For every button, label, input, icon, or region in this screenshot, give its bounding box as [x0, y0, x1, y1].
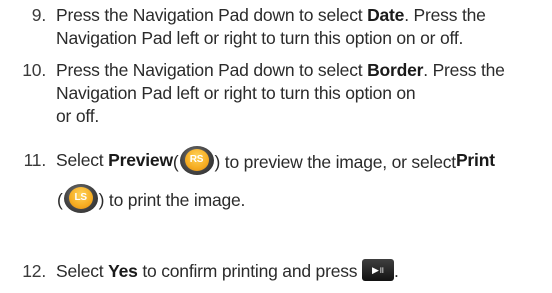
text: Press the Navigation Pad down to select [56, 60, 368, 80]
rs-soft-key-icon: RS [179, 146, 214, 175]
option-yes: Yes [108, 261, 138, 281]
text: . Press the [423, 60, 505, 80]
step-number: 12. [22, 261, 46, 281]
step-text-line: (LS) to print the image. [57, 184, 246, 214]
ls-soft-key-icon: LS [63, 184, 98, 213]
text: ( [57, 189, 63, 210]
step-number: 9. [31, 5, 46, 25]
step-number: 10. [22, 60, 46, 80]
step-number: 11. [23, 150, 47, 170]
text: Select [56, 261, 109, 281]
option-date: Date [367, 5, 405, 25]
key-label: LS [68, 187, 93, 209]
step-text-line: or off. [56, 106, 100, 126]
option-preview: Preview [108, 150, 173, 171]
option-print: Print [455, 150, 495, 171]
text: Press the Navigation Pad down to select [56, 5, 368, 25]
step-text-line: Press the Navigation Pad down to select … [56, 4, 486, 26]
step-text-line: Navigation Pad left or right to turn thi… [56, 83, 416, 103]
text: ( [172, 151, 179, 172]
play-pause-key-icon: ▶॥ [362, 259, 395, 282]
text: . [394, 261, 399, 281]
text: to confirm printing and press [137, 261, 363, 281]
text: . Press the [404, 5, 486, 25]
step-text-line: Navigation Pad left or right to turn thi… [56, 28, 464, 48]
step-text-line: Press the Navigation Pad down to select … [56, 59, 505, 81]
step-text-line: Select Preview (RS) to preview the image… [56, 146, 495, 176]
option-border: Border [367, 60, 424, 80]
text: ) to preview the image, or select [214, 151, 457, 172]
step-text-line: Select Yes to confirm printing and press… [56, 259, 399, 283]
text: Select [56, 150, 109, 171]
key-label: RS [184, 149, 209, 171]
text: ) to print the image. [98, 189, 246, 210]
